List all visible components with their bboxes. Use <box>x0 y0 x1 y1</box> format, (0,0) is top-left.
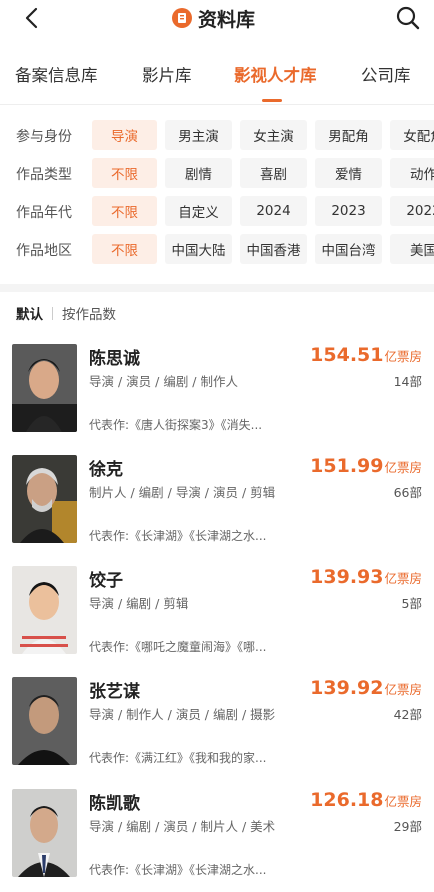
filter-chip[interactable]: 不限 <box>92 196 157 226</box>
box-office-unit: 亿票房 <box>384 571 422 586</box>
box-office-unit: 亿票房 <box>384 460 422 475</box>
box-office-value: 139.93 <box>310 566 384 588</box>
filter-chip[interactable]: 喜剧 <box>240 158 307 188</box>
filter-chip[interactable]: 不限 <box>92 234 157 264</box>
filter-label: 作品年代 <box>16 205 72 221</box>
person-roles: 导演 / 演员 / 编剧 / 制作人 <box>89 374 238 389</box>
list-item[interactable]: 陈凯歌 导演 / 编剧 / 演员 / 制片人 / 美术 代表作:《长津湖》《长津… <box>0 789 434 892</box>
filter-row-role: 参与身份 导演 男主演 女主演 男配角 女配角 <box>0 120 434 150</box>
sort-bar: 默认 按作品数 <box>16 303 116 323</box>
person-roles: 导演 / 制作人 / 演员 / 编剧 / 摄影 <box>89 707 276 722</box>
filter-chip[interactable]: 动作 <box>390 158 434 188</box>
person-roles: 导演 / 编剧 / 演员 / 制片人 / 美术 <box>89 819 276 834</box>
filter-chip[interactable]: 2023 <box>315 196 382 226</box>
list-item[interactable]: 陈思诚 导演 / 演员 / 编剧 / 制作人 代表作:《唐人街探案3》《消失..… <box>0 344 434 454</box>
box-office: 151.99 亿票房 <box>310 455 422 477</box>
person-roles: 导演 / 编剧 / 剪辑 <box>89 596 189 611</box>
box-office-value: 154.51 <box>310 344 384 366</box>
search-icon[interactable] <box>395 5 421 31</box>
box-office: 154.51 亿票房 <box>310 344 422 366</box>
active-tab-indicator <box>262 99 282 102</box>
top-nav-bar: 资料库 <box>0 0 434 40</box>
filter-label: 参与身份 <box>16 129 72 145</box>
person-name: 张艺谋 <box>89 682 140 702</box>
filter-panel: 参与身份 导演 男主演 女主演 男配角 女配角 作品类型 不限 剧情 喜剧 爱情… <box>0 116 434 276</box>
filter-chip[interactable]: 男主演 <box>165 120 232 150</box>
library-tabs: 备案信息库 影片库 影视人才库 公司库 <box>0 48 434 104</box>
filter-chip[interactable]: 2022 <box>390 196 434 226</box>
nav-title-group: 资料库 <box>172 4 255 32</box>
works-count: 5部 <box>401 596 422 611</box>
tabs-divider <box>0 104 434 105</box>
filter-chip[interactable]: 不限 <box>92 158 157 188</box>
filter-chip[interactable]: 女主演 <box>240 120 307 150</box>
works-count: 14部 <box>393 374 422 389</box>
tab-film-library[interactable]: 影片库 <box>142 62 192 86</box>
filter-chip[interactable]: 爱情 <box>315 158 382 188</box>
filter-chip[interactable]: 中国台湾 <box>315 234 382 264</box>
filter-label: 作品类型 <box>16 167 72 183</box>
works-count: 66部 <box>393 485 422 500</box>
filter-chip[interactable]: 2024 <box>240 196 307 226</box>
filter-chip[interactable]: 剧情 <box>165 158 232 188</box>
avatar <box>12 789 77 877</box>
filter-chip[interactable]: 美国 <box>390 234 434 264</box>
person-works: 代表作:《长津湖》《长津湖之水... <box>89 529 267 543</box>
person-roles: 制片人 / 编剧 / 导演 / 演员 / 剪辑 <box>89 485 276 500</box>
tab-filing-info[interactable]: 备案信息库 <box>15 62 98 86</box>
avatar <box>12 566 77 654</box>
person-name: 陈思诚 <box>89 349 140 369</box>
works-count: 29部 <box>393 819 422 834</box>
filter-row-year: 作品年代 不限 自定义 2024 2023 2022 <box>0 196 434 226</box>
section-gap <box>0 284 434 292</box>
avatar <box>12 455 77 543</box>
filter-chip[interactable]: 中国香港 <box>240 234 307 264</box>
avatar <box>12 344 77 432</box>
sort-by-works[interactable]: 按作品数 <box>62 303 116 323</box>
person-works: 代表作:《长津湖》《长津湖之水... <box>89 863 267 877</box>
box-office-unit: 亿票房 <box>384 349 422 364</box>
person-name: 饺子 <box>89 571 123 591</box>
box-office-unit: 亿票房 <box>384 682 422 697</box>
page-title: 资料库 <box>198 8 256 31</box>
box-office-value: 151.99 <box>310 455 384 477</box>
filter-row-genre: 作品类型 不限 剧情 喜剧 爱情 动作 <box>0 158 434 188</box>
box-office: 139.93 亿票房 <box>310 566 422 588</box>
tab-company-library[interactable]: 公司库 <box>361 62 411 86</box>
person-works: 代表作:《满江红》《我和我的家... <box>89 751 267 765</box>
list-item[interactable]: 饺子 导演 / 编剧 / 剪辑 代表作:《哪吒之魔童闹海》《哪... 139.9… <box>0 566 434 676</box>
person-name: 陈凯歌 <box>89 794 140 814</box>
person-works: 代表作:《唐人街探案3》《消失... <box>89 418 263 432</box>
works-count: 42部 <box>393 707 422 722</box>
box-office-value: 126.18 <box>310 789 384 811</box>
tab-talent-library[interactable]: 影视人才库 <box>234 62 317 86</box>
box-office-unit: 亿票房 <box>384 794 422 809</box>
filter-chip[interactable]: 中国大陆 <box>165 234 232 264</box>
filter-label: 作品地区 <box>16 243 72 259</box>
filter-chip[interactable]: 自定义 <box>165 196 232 226</box>
sort-separator <box>52 306 53 320</box>
filter-chip[interactable]: 导演 <box>92 120 157 150</box>
box-office: 126.18 亿票房 <box>310 789 422 811</box>
filter-chip[interactable]: 女配角 <box>390 120 434 150</box>
library-logo-icon <box>172 8 192 28</box>
filter-chip[interactable]: 男配角 <box>315 120 382 150</box>
box-office: 139.92 亿票房 <box>310 677 422 699</box>
avatar <box>12 677 77 765</box>
person-name: 徐克 <box>89 460 123 480</box>
list-item[interactable]: 张艺谋 导演 / 制作人 / 演员 / 编剧 / 摄影 代表作:《满江红》《我和… <box>0 677 434 787</box>
chevron-left-icon[interactable] <box>22 7 42 29</box>
box-office-value: 139.92 <box>310 677 384 699</box>
list-item[interactable]: 徐克 制片人 / 编剧 / 导演 / 演员 / 剪辑 代表作:《长津湖》《长津湖… <box>0 455 434 565</box>
person-works: 代表作:《哪吒之魔童闹海》《哪... <box>89 640 267 654</box>
sort-default[interactable]: 默认 <box>16 303 43 323</box>
filter-row-region: 作品地区 不限 中国大陆 中国香港 中国台湾 美国 <box>0 234 434 264</box>
